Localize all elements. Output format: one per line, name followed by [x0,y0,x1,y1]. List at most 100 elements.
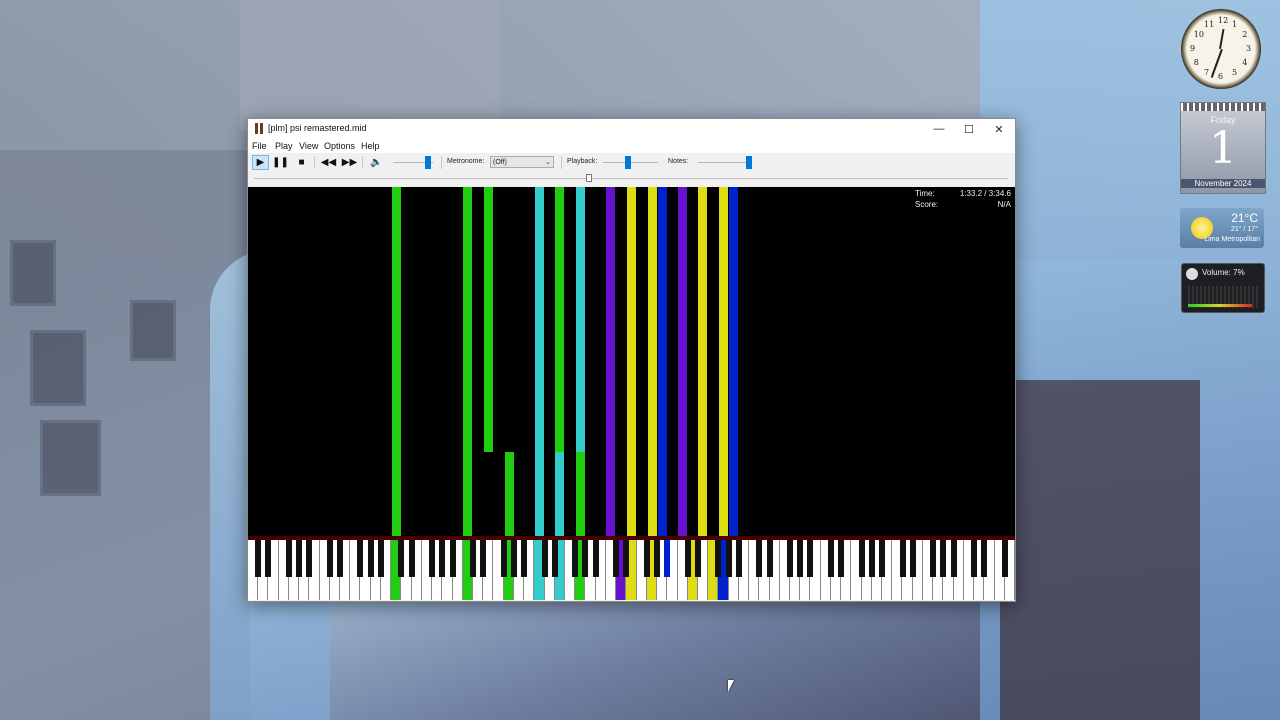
piano-black-key [787,540,793,577]
clock-numeral: 7 [1204,68,1210,78]
piano-black-key [930,540,937,577]
falling-note [484,187,493,452]
toolbar-separator [314,156,315,169]
clock-gadget[interactable]: 1 2 3 4 5 6 7 8 9 10 11 12 [1181,9,1261,89]
volume-slider-thumb[interactable] [425,156,432,169]
stop-button[interactable]: ■ [293,155,310,170]
metronome-select[interactable]: (Off) ⌄ [490,156,554,168]
piano-black-key [449,540,456,577]
clock-numeral: 8 [1193,58,1199,67]
clock-numeral: 2 [1242,30,1248,39]
chevron-down-icon: ⌄ [545,159,551,166]
seek-thumb[interactable] [585,174,592,182]
falling-note [648,187,657,536]
piano-black-key [613,540,620,577]
notes-slider-thumb[interactable] [746,156,752,169]
clock-numeral: 5 [1232,68,1238,78]
piano-black-key [357,540,364,577]
piano-black-key [725,540,732,577]
menu-bar: File Play View Options Help [248,139,1015,153]
falling-note [678,187,687,536]
menu-options[interactable]: Options [324,141,355,151]
piano-black-key [469,540,476,577]
piano-black-key [827,540,834,577]
piano-black-key [756,540,763,577]
rewind-icon: ◀◀ [320,157,337,168]
menu-view[interactable]: View [299,141,318,151]
piano-black-key [551,540,558,577]
volume-gadget[interactable]: Volume: 7% [1181,263,1265,313]
mute-button[interactable]: 🔈 [368,155,385,170]
piano-black-key [899,540,906,577]
toolbar-separator [362,156,363,169]
weather-range: 21° / 17° [1230,226,1258,233]
volume-meter-fill [1188,304,1252,307]
piano-black-key [684,540,691,577]
clock-numeral: 11 [1204,19,1215,29]
note-canvas: Time: 1:33.2 / 3:34.6 Score: N/A [248,187,1015,536]
toolbar: ▶ ❚❚ ■ ◀◀ ▶▶ 🔈 Metronome: (Off) ⌄ Playba… [248,153,1015,172]
weather-gadget[interactable]: 21°C 21° / 17° Lima Metropolitan [1180,208,1264,248]
toolbar-separator [561,156,562,169]
piano-black-key [654,540,661,577]
minimize-button[interactable]: — [924,119,954,139]
score-value: N/A [997,200,1011,209]
rewind-button[interactable]: ◀◀ [320,155,337,170]
metronome-value: (Off) [493,159,507,166]
seek-bar[interactable] [254,178,1008,179]
pause-button[interactable]: ❚❚ [272,155,289,170]
speaker-icon: 🔈 [370,157,383,168]
weather-temp: 21°C [1231,211,1258,225]
falling-note [555,187,564,452]
wallpaper-window [10,240,56,306]
piano-black-key [398,540,405,577]
piano-black-key [367,540,374,577]
piano-black-key [909,540,916,577]
window-title: [plm] psi remastered.mid [268,123,367,133]
piano-black-key [510,540,517,577]
time-value: 1:33.2 / 3:34.6 [959,189,1011,198]
piano-black-key [592,540,599,577]
piano-black-key [572,540,579,577]
falling-note [576,452,585,536]
notes-label: Notes: [668,158,689,165]
falling-note [719,187,728,536]
stop-icon: ■ [298,157,305,168]
piano-black-key [408,540,415,577]
menu-play[interactable]: Play [275,141,293,151]
piano-black-key [858,540,865,577]
piano-black-key [521,540,528,577]
falling-note [698,187,707,536]
close-button[interactable]: ✕ [984,119,1014,139]
falling-note [535,187,544,536]
menu-file[interactable]: File [252,141,267,151]
piano-black-key [541,540,548,577]
score-label: Score: [915,200,939,209]
metronome-label: Metronome: [447,158,485,165]
maximize-button[interactable]: ☐ [954,119,984,139]
fast-forward-button[interactable]: ▶▶ [341,155,358,170]
calendar-date: 1 [1209,123,1237,174]
midi-player-window: [plm] psi remastered.mid — ☐ ✕ File Play… [247,118,1016,602]
notes-slider-track[interactable] [698,162,752,163]
piano-black-key [623,540,630,577]
clock-numeral: 9 [1190,44,1196,53]
falling-note [555,452,564,536]
piano-black-key [285,540,292,577]
clock-numeral: 1 [1232,19,1238,29]
piano-black-key [429,540,436,577]
title-bar[interactable]: [plm] psi remastered.mid — ☐ ✕ [248,119,1015,139]
play-button[interactable]: ▶ [252,155,269,170]
menu-help[interactable]: Help [361,141,380,151]
falling-note [505,452,514,536]
falling-note [627,187,636,536]
piano-black-key [766,540,773,577]
wallpaper-window [30,330,86,406]
clock-numeral: 6 [1218,72,1224,81]
falling-note [729,187,738,536]
calendar-gadget[interactable]: Friday 1 November 2024 [1180,102,1266,194]
clock-numeral: 4 [1242,58,1248,67]
piano-black-key [582,540,589,577]
mouse-cursor [728,680,734,692]
playback-slider-thumb[interactable] [625,156,632,169]
